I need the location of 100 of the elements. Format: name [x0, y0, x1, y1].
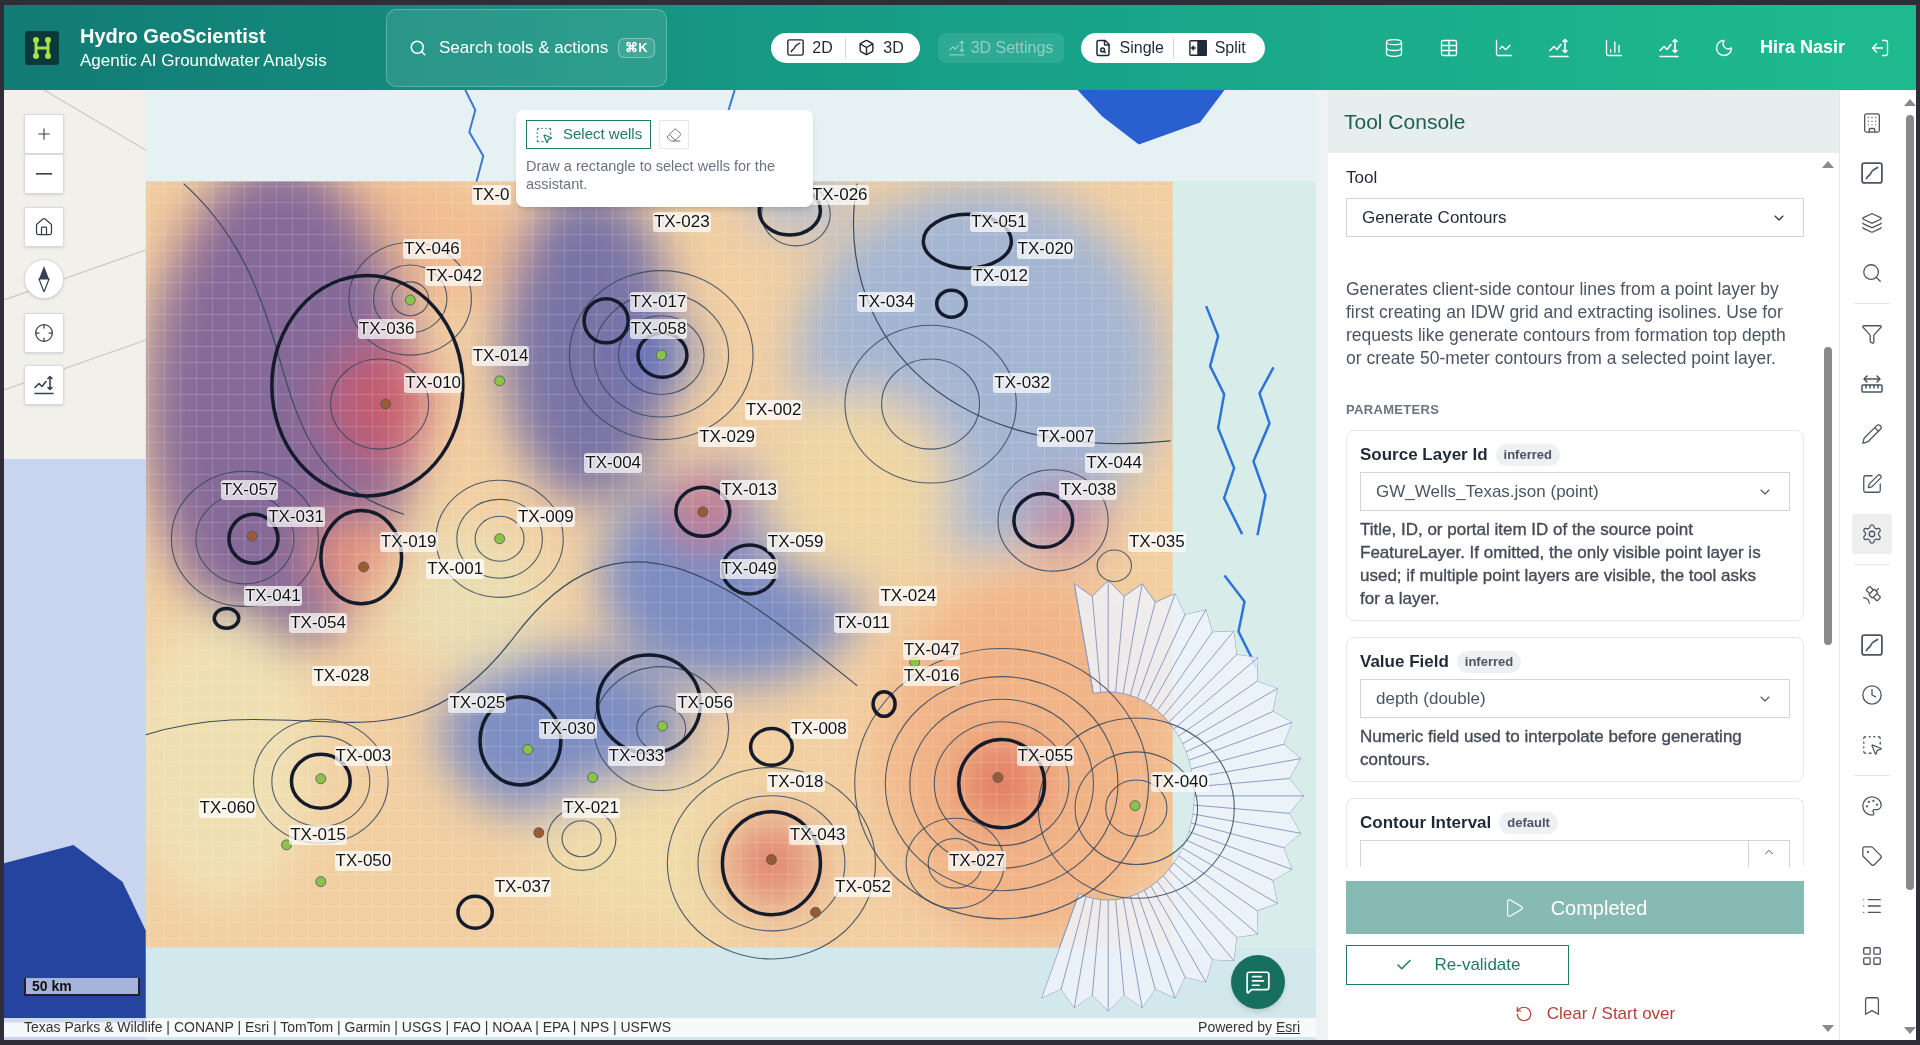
select-wells-button[interactable]: Select wells	[526, 120, 652, 149]
scrollbar-thumb[interactable]	[1905, 115, 1914, 890]
well-dot-icon	[315, 773, 327, 785]
well-label: TX-052	[834, 876, 892, 897]
param-select[interactable]: depth (double)	[1360, 679, 1790, 718]
well-label: TX-001	[426, 559, 485, 580]
grid-icon	[1860, 945, 1883, 967]
palette-icon	[1860, 795, 1883, 817]
home-icon	[34, 217, 54, 237]
well-label: TX-021	[562, 798, 620, 819]
crosshair-icon	[34, 323, 54, 343]
param-source-tag: inferred	[1456, 651, 1522, 673]
well-label: TX-036	[357, 319, 416, 340]
param-help: Numeric field used to interpolate before generating contours.	[1360, 726, 1743, 771]
well-label: TX-017	[629, 292, 688, 313]
param-source-tag: default	[1499, 812, 1558, 834]
well-label: TX-002	[744, 400, 803, 421]
logout-icon	[1870, 37, 1890, 58]
clock-icon	[1860, 684, 1883, 706]
settings-button[interactable]	[1851, 514, 1892, 554]
well-label: TX-018	[766, 772, 825, 793]
view-mode-button[interactable]: 2D	[775, 32, 845, 63]
well-label: TX-049	[720, 559, 778, 580]
well-label: TX-015	[289, 825, 347, 846]
scrollbar-thumb[interactable]	[1824, 347, 1832, 645]
layout-button[interactable]: Single	[1085, 32, 1173, 63]
locate-button[interactable]	[24, 313, 64, 353]
well-dot-icon	[697, 506, 709, 518]
number-input[interactable]	[1360, 840, 1790, 867]
well-dot-icon	[657, 720, 668, 732]
well-label: TX-058	[629, 319, 688, 340]
well-dot-icon	[246, 530, 258, 542]
tool-select[interactable]: Generate Contours	[1346, 198, 1804, 237]
measure-icon	[1860, 373, 1883, 395]
well-label: TX-059	[766, 532, 825, 553]
view-mode-button[interactable]: 3D	[846, 32, 916, 63]
trend-range-icon	[34, 375, 54, 395]
scroll-up-icon[interactable]	[1903, 99, 1916, 106]
table-icon	[1439, 37, 1459, 58]
well-dot-icon	[522, 744, 534, 755]
filter-icon	[1860, 323, 1883, 345]
tag-icon	[1860, 845, 1883, 867]
well-dot-icon	[404, 294, 416, 306]
well-dot-icon	[992, 772, 1004, 783]
well-label: TX-032	[993, 373, 1052, 394]
bar-chart-icon	[1604, 37, 1624, 58]
well-dot-icon	[766, 854, 777, 865]
bold-contour-ring	[871, 690, 897, 719]
search-icon	[1860, 262, 1883, 284]
scroll-down-icon[interactable]	[1903, 1027, 1916, 1034]
esri-link[interactable]: Esri	[1275, 1019, 1300, 1035]
eraser-button[interactable]	[659, 120, 690, 149]
parameters-heading: PARAMETERS	[1346, 402, 1441, 418]
well-label: TX-030	[539, 718, 597, 739]
well-label: TX-038	[1059, 479, 1118, 500]
layout-button[interactable]: Split	[1173, 32, 1261, 63]
satellite-icon	[1860, 584, 1883, 606]
well-dot-icon	[380, 398, 392, 410]
param-source-tag: inferred	[1495, 444, 1560, 466]
well-label: TX-028	[312, 665, 371, 686]
shortcut-hint: ⌘K	[618, 37, 655, 58]
revalidate-button[interactable]: Re-validate	[1346, 945, 1569, 985]
attribution-text: Texas Parks & Wildlife | CONANP | Esri | TomTom | Garmin | USGS | FAO | NOAA | EPA | NPS | USFWS	[24, 1018, 672, 1037]
chat-icon	[1245, 969, 1271, 995]
cube-icon	[858, 39, 876, 56]
elevation-profile-button[interactable]	[24, 365, 64, 405]
zoom-in-button[interactable]	[24, 114, 64, 154]
reset-icon	[1514, 1005, 1533, 1023]
well-label: TX-014	[471, 346, 530, 367]
database-icon	[1384, 37, 1404, 58]
well-label: TX-012	[971, 265, 1029, 286]
home-button[interactable]	[24, 207, 64, 247]
app-subtitle: Agentic AI Groundwater Analysis	[80, 49, 328, 72]
well-dot-icon	[1129, 800, 1141, 812]
bold-contour-ring	[212, 606, 241, 630]
well-label: TX-013	[720, 479, 778, 500]
map-square-icon	[1860, 162, 1883, 184]
pencil-icon	[1860, 423, 1883, 445]
bold-contour-ring	[582, 297, 630, 345]
well-label: TX-011	[834, 613, 891, 634]
well-label: TX-010	[404, 373, 463, 394]
clear-button[interactable]: Clear / Start over	[1514, 1003, 1676, 1025]
well-label: TX-060	[198, 798, 257, 819]
map-square-icon	[787, 39, 805, 56]
tool-description: Generates client-side contour lines from a point layer by first creating an IDW grid and extracting isolines. Use for requests like generate contours from formation top depth or create 50-meter contours from a selected point layer.	[1346, 278, 1786, 370]
well-label: TX-051	[970, 211, 1028, 232]
edit-icon	[1860, 473, 1883, 495]
app-title: Hydro GeoScientist	[80, 23, 267, 48]
well-dot-icon	[587, 772, 599, 783]
well-dot-icon	[655, 349, 667, 361]
layers-icon	[1860, 212, 1883, 234]
well-dot-icon	[315, 876, 327, 888]
map-square-icon	[1860, 634, 1883, 656]
well-label: TX-008	[790, 718, 848, 739]
param-label: Contour Interval	[1360, 812, 1492, 835]
well-label: TX-040	[1151, 772, 1209, 793]
logo-icon	[25, 30, 59, 65]
param-select[interactable]: GW_Wells_Texas.json (point)	[1360, 472, 1790, 511]
plus-icon	[35, 125, 53, 143]
well-label: TX-024	[879, 586, 938, 607]
